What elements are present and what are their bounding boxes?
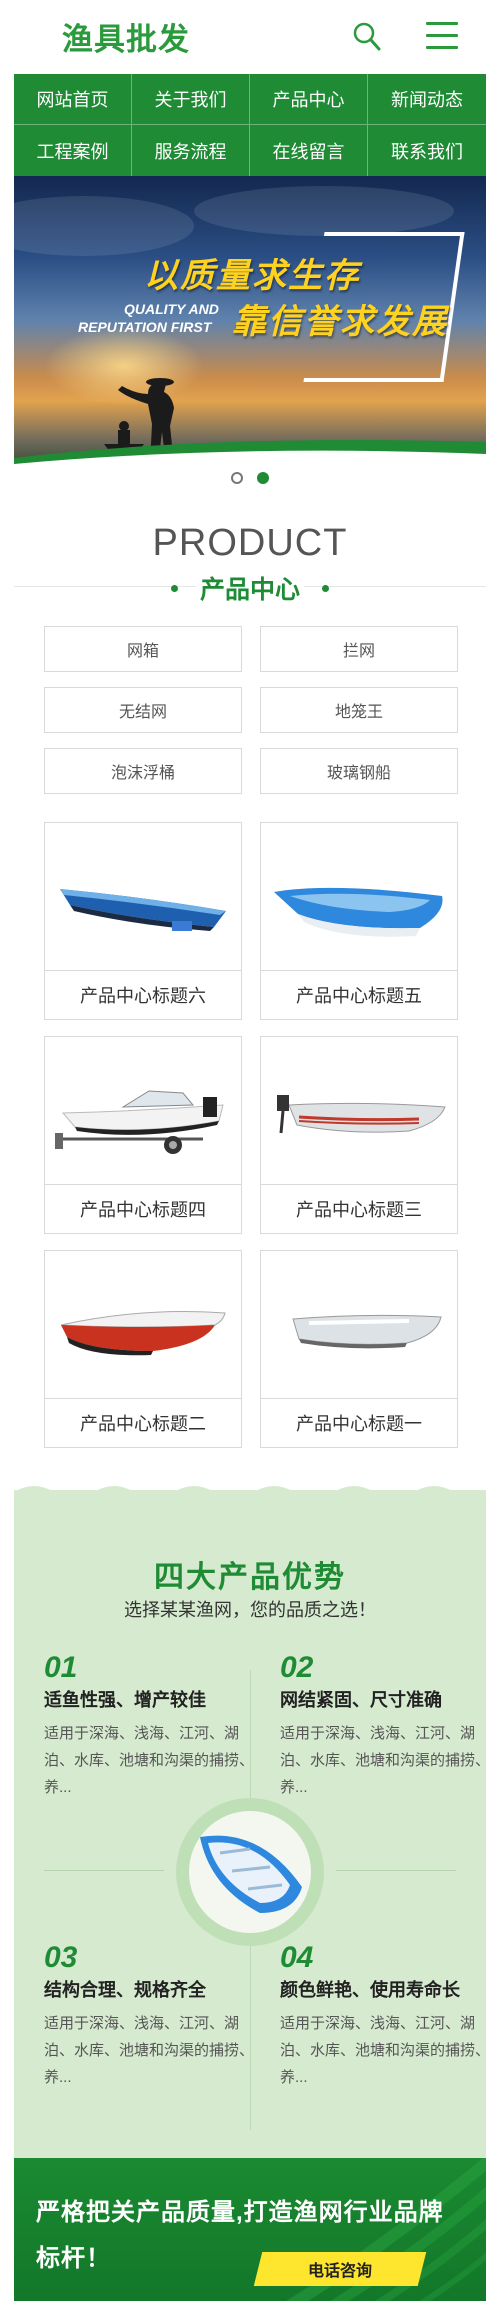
bullet-dot <box>170 584 178 592</box>
nav-item-home[interactable]: 网站首页 <box>14 74 132 125</box>
advantage-number: 02 <box>280 1651 314 1684</box>
advantage-item: 02 网结紧固、尺寸准确 适用于深海、浅海、江河、湖泊、水库、池塘和沟渠的捕捞、… <box>280 1652 500 1801</box>
header: 渔具批发 <box>14 0 486 74</box>
product-title: 产品中心标题一 <box>296 1414 422 1434</box>
advantage-number: 03 <box>44 1941 78 1974</box>
advantage-number: 04 <box>280 1941 314 1974</box>
site-logo[interactable]: 渔具批发 <box>62 14 190 59</box>
advantages-title: 四大产品优势 <box>154 1561 346 1594</box>
cta-banner: 严格把关产品质量,打造渔网行业品牌标杆！ 电话咨询 <box>14 2158 486 2301</box>
category-barrier-net[interactable]: 拦网 <box>260 626 458 672</box>
nav-item-products[interactable]: 产品中心 <box>250 74 368 125</box>
product-grid: 产品中心标题六 产品中心标题五 产品中心标题四 产品中心标题三 产品中心标题二 … <box>44 822 458 1448</box>
product-heading-en: PRODUCT <box>152 522 348 564</box>
main-nav: 网站首页 关于我们 产品中心 新闻动态 工程案例 服务流程 在线留言 联系我们 <box>14 74 486 176</box>
hero-banner[interactable]: 以质量求生存 QUALITY AND REPUTATION FIRST 靠信誉求… <box>14 176 486 464</box>
search-icon[interactable] <box>353 22 381 52</box>
banner-wave <box>14 440 486 464</box>
category-foam-buoy[interactable]: 泡沫浮桶 <box>44 748 242 794</box>
product-title: 产品中心标题三 <box>296 1200 422 1220</box>
advantage-item: 03 结构合理、规格齐全 适用于深海、浅海、江河、湖泊、水库、池塘和沟渠的捕捞、… <box>44 1942 264 2091</box>
nav-item-about[interactable]: 关于我们 <box>132 74 250 125</box>
menu-icon[interactable] <box>426 22 458 50</box>
advantage-center-image <box>176 1798 324 1946</box>
category-list: 网箱 拦网 无结网 地笼王 泡沫浮桶 玻璃钢船 <box>44 626 458 794</box>
divider-left <box>44 1870 164 1871</box>
advantage-heading: 结构合理、规格齐全 <box>44 1980 206 2000</box>
advantage-number: 01 <box>44 1651 78 1684</box>
category-knotless-net[interactable]: 无结网 <box>44 687 242 733</box>
slogan-en-line1: QUALITY AND <box>124 301 219 317</box>
advantage-desc: 适用于深海、浅海、江河、湖泊、水库、池塘和沟渠的捕捞、养... <box>44 1725 255 1796</box>
product-heading-cn: 产品中心 <box>0 570 500 606</box>
page: 渔具批发 网站首页 关于我们 产品中心 新闻动态 工程案例 服务流程 在线留言 … <box>0 0 500 2301</box>
slider-dot-2[interactable] <box>257 472 269 484</box>
product-card[interactable]: 产品中心标题二 <box>44 1250 242 1448</box>
boat-red-white-icon <box>60 1310 226 1355</box>
category-fiberglass-boat[interactable]: 玻璃钢船 <box>260 748 458 794</box>
boat-grey-motor-icon <box>277 1094 446 1133</box>
boat-grey-icon <box>292 1314 442 1348</box>
speedboat-trailer-icon <box>55 1089 224 1154</box>
slogan-en-line2: REPUTATION FIRST <box>78 319 212 335</box>
advantage-desc: 适用于深海、浅海、江河、湖泊、水库、池塘和沟渠的捕捞、养... <box>280 1725 491 1796</box>
advantage-heading: 网结紧固、尺寸准确 <box>280 1690 442 1710</box>
boat-top-view-icon <box>200 1835 302 1913</box>
product-title: 产品中心标题四 <box>80 1200 206 1220</box>
product-card[interactable]: 产品中心标题四 <box>44 1036 242 1234</box>
divider-right <box>336 1870 456 1871</box>
phone-consult-button[interactable]: 电话咨询 <box>253 2252 427 2286</box>
boat-blue-white-icon <box>274 887 443 937</box>
advantage-item: 04 颜色鲜艳、使用寿命长 适用于深海、浅海、江河、湖泊、水库、池塘和沟渠的捕捞… <box>280 1942 500 2091</box>
nav-item-message[interactable]: 在线留言 <box>250 125 368 176</box>
product-title: 产品中心标题五 <box>296 986 422 1006</box>
product-card[interactable]: 产品中心标题六 <box>44 822 242 1020</box>
advantages-subtitle: 选择某某渔网，您的品质之选！ <box>124 1600 376 1620</box>
advantage-desc: 适用于深海、浅海、江河、湖泊、水库、池塘和沟渠的捕捞、养... <box>280 2015 491 2086</box>
product-card[interactable]: 产品中心标题三 <box>260 1036 458 1234</box>
advantage-heading: 适鱼性强、增产较佳 <box>44 1690 206 1710</box>
slider-dots <box>0 472 500 488</box>
advantage-heading: 颜色鲜艳、使用寿命长 <box>280 1980 460 2000</box>
advantage-item: 01 适鱼性强、增产较佳 适用于深海、浅海、江河、湖泊、水库、池塘和沟渠的捕捞、… <box>44 1652 264 1801</box>
advantages-section: 四大产品优势 选择某某渔网，您的品质之选！ 01 适鱼性强、增产较佳 适用于深海… <box>14 1486 490 2158</box>
boat-blue-fishing-icon <box>60 888 226 931</box>
product-title: 产品中心标题二 <box>80 1414 206 1434</box>
category-crab-trap[interactable]: 地笼王 <box>260 687 458 733</box>
advantages-wave <box>14 1486 486 1504</box>
product-card[interactable]: 产品中心标题一 <box>260 1250 458 1448</box>
slider-dot-1[interactable] <box>231 472 243 484</box>
bullet-dot <box>322 584 329 592</box>
nav-item-cases[interactable]: 工程案例 <box>14 125 132 176</box>
nav-item-news[interactable]: 新闻动态 <box>368 74 486 125</box>
advantage-desc: 适用于深海、浅海、江河、湖泊、水库、池塘和沟渠的捕捞、养... <box>44 2015 255 2086</box>
nav-item-service[interactable]: 服务流程 <box>132 125 250 176</box>
category-cage-net[interactable]: 网箱 <box>44 626 242 672</box>
slogan-cn-line2: 靠信誉求发展 <box>232 303 448 341</box>
nav-item-contact[interactable]: 联系我们 <box>368 125 486 176</box>
slogan-cn-line1: 以质量求生存 <box>144 257 360 295</box>
phone-consult-label: 电话咨询 <box>307 2263 372 2280</box>
product-card[interactable]: 产品中心标题五 <box>260 822 458 1020</box>
product-title: 产品中心标题六 <box>80 986 206 1006</box>
